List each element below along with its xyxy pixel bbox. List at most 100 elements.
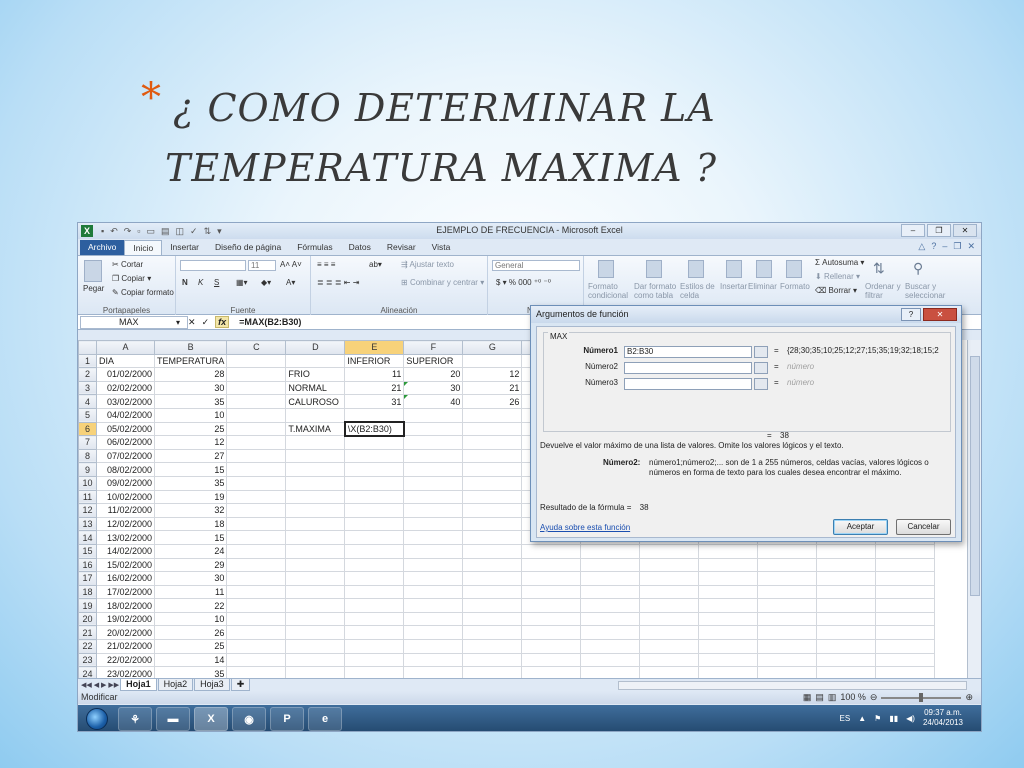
maximize-button[interactable]: ❐ [927, 224, 951, 237]
sort-icon[interactable]: ⇅ [204, 226, 212, 237]
format-cells-button[interactable]: Formato [780, 282, 810, 291]
row-header[interactable]: 3 [78, 380, 97, 396]
cell[interactable]: 12 [153, 435, 228, 450]
cell[interactable] [403, 584, 464, 600]
column-header[interactable]: F [403, 340, 464, 355]
cell[interactable] [816, 611, 877, 627]
cell[interactable]: 01/02/2000 [96, 367, 155, 382]
tab-inicio[interactable]: Inicio [124, 240, 163, 255]
cell[interactable] [285, 625, 346, 641]
arg-input-3[interactable] [624, 378, 752, 390]
chrome-icon[interactable]: ◉ [232, 707, 266, 731]
fill-button[interactable]: ⬇ Rellenar ▾ [815, 272, 860, 281]
cell[interactable]: 22/02/2000 [96, 652, 155, 668]
cell[interactable] [462, 462, 523, 477]
cell[interactable] [285, 598, 346, 613]
cell[interactable] [462, 571, 523, 586]
delete-cells-button[interactable]: Eliminar [748, 282, 777, 291]
tray-expand-icon[interactable]: ▲ [858, 714, 866, 723]
tab-insertar[interactable]: Insertar [162, 240, 207, 255]
cell[interactable]: 23/02/2000 [96, 666, 155, 678]
cell[interactable]: 08/02/2000 [96, 462, 155, 477]
cell[interactable]: 35 [153, 394, 228, 409]
cell[interactable] [403, 435, 464, 450]
cell[interactable]: 20/02/2000 [96, 625, 155, 641]
cell[interactable] [462, 652, 523, 668]
cell[interactable]: 32 [153, 503, 228, 518]
customize-qat-icon[interactable]: ▾ [217, 226, 222, 237]
cell[interactable] [580, 543, 641, 559]
cell[interactable] [580, 571, 641, 586]
row-header[interactable]: 16 [78, 557, 97, 573]
close-button[interactable]: ✕ [953, 224, 977, 237]
cell[interactable] [521, 557, 582, 573]
column-header[interactable]: D [285, 340, 346, 355]
scroll-thumb[interactable] [970, 356, 980, 596]
insert-cells-icon[interactable] [726, 260, 742, 278]
cell[interactable] [639, 571, 700, 586]
vertical-scrollbar[interactable] [967, 340, 981, 678]
format-cells-icon[interactable] [786, 260, 802, 278]
cell[interactable] [698, 598, 759, 613]
row-header[interactable]: 1 [78, 353, 97, 369]
cell[interactable] [757, 652, 818, 668]
cell[interactable] [285, 584, 346, 600]
cell[interactable]: 15/02/2000 [96, 557, 155, 573]
cell[interactable] [462, 489, 523, 505]
cell[interactable] [226, 367, 287, 382]
name-box[interactable]: MAX [80, 315, 188, 329]
cell[interactable] [285, 543, 346, 559]
format-table-button[interactable]: Dar formato como tabla [634, 282, 678, 300]
font-color-icon[interactable]: A▾ [286, 278, 295, 287]
cell[interactable]: FRIO [285, 367, 346, 382]
cell[interactable]: 14 [153, 652, 228, 668]
borders-icon[interactable]: ▦▾ [236, 278, 248, 287]
folder-icon[interactable]: ▬ [156, 707, 190, 731]
cell[interactable] [580, 611, 641, 627]
cell[interactable]: 30 [153, 380, 228, 396]
cell[interactable]: CALUROSO [285, 394, 346, 409]
cell[interactable]: 26 [462, 394, 523, 409]
active-cell[interactable]: \X(B2:B30) [343, 421, 405, 437]
cell[interactable] [521, 666, 582, 678]
cell[interactable] [757, 543, 818, 559]
cell[interactable] [285, 462, 346, 477]
cell[interactable] [816, 584, 877, 600]
cell[interactable] [226, 448, 287, 464]
cell[interactable] [698, 571, 759, 586]
cell[interactable] [344, 571, 405, 586]
cell[interactable]: 40 [403, 394, 464, 409]
bold-button[interactable]: N [182, 278, 188, 287]
cell[interactable]: 06/02/2000 [96, 435, 155, 450]
cell[interactable] [403, 639, 464, 654]
cell[interactable]: 29 [153, 557, 228, 573]
row-header[interactable]: 19 [78, 598, 97, 613]
underline-button[interactable]: S [214, 278, 219, 287]
cell[interactable] [285, 435, 346, 450]
cell[interactable] [344, 462, 405, 477]
help-icon[interactable]: ? [931, 241, 936, 252]
row-header[interactable]: 15 [78, 543, 97, 559]
cell[interactable]: 11 [153, 584, 228, 600]
row-header[interactable]: 14 [78, 530, 97, 545]
cell[interactable] [226, 380, 287, 396]
page-break-icon[interactable]: ▥ [828, 691, 837, 704]
cell[interactable] [757, 557, 818, 573]
cell[interactable] [403, 503, 464, 518]
dialog-help-button[interactable]: ? [901, 308, 921, 321]
column-header[interactable]: A [96, 340, 155, 355]
cell[interactable] [344, 475, 405, 491]
cell[interactable] [462, 353, 523, 369]
cell[interactable] [344, 407, 405, 423]
cell[interactable] [757, 584, 818, 600]
cell[interactable] [875, 652, 936, 668]
formula-input[interactable]: =MAX(B2:B30) [239, 317, 301, 327]
cell[interactable] [698, 557, 759, 573]
cell[interactable] [344, 543, 405, 559]
row-header[interactable]: 21 [78, 625, 97, 641]
cell[interactable] [344, 584, 405, 600]
cell[interactable] [285, 611, 346, 627]
cell[interactable] [639, 557, 700, 573]
cell[interactable] [403, 462, 464, 477]
page-layout-icon[interactable]: ▤ [815, 691, 824, 704]
